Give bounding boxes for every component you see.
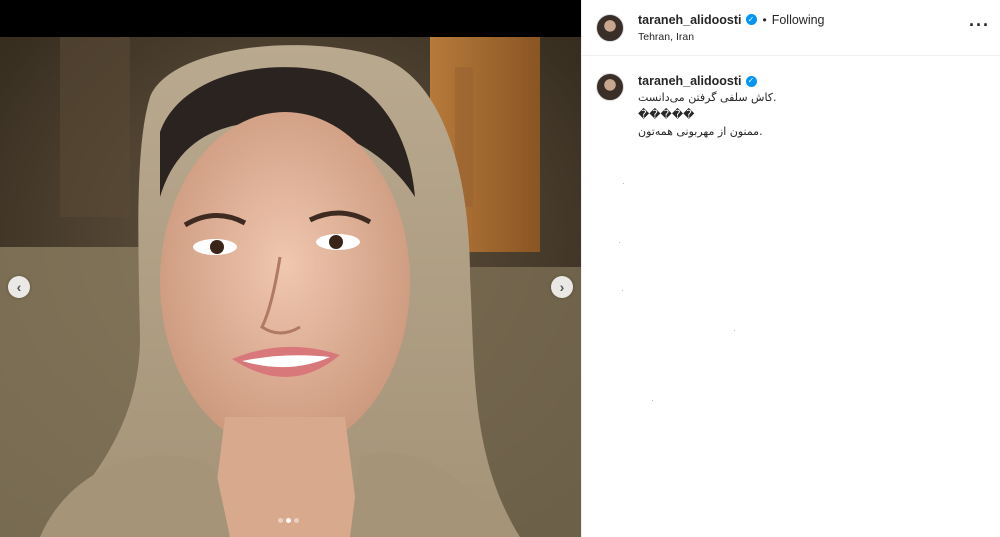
carousel-dot-active	[286, 518, 291, 523]
carousel-dot	[278, 518, 283, 523]
caption-author-avatar[interactable]	[596, 73, 624, 101]
post-caption: taraneh_alidoosti ✓ کاش سلفی گرفتن می‌دا…	[582, 56, 1000, 140]
more-options-icon[interactable]: ···	[969, 15, 990, 36]
carousel-next-button[interactable]: ›	[551, 276, 573, 298]
following-button[interactable]: Following	[772, 13, 825, 27]
author-row: taraneh_alidoosti ✓ • Following	[638, 13, 825, 27]
author-avatar[interactable]	[596, 13, 624, 42]
verified-badge-icon: ✓	[745, 75, 757, 87]
separator-dot: •	[762, 12, 767, 27]
caption-body: taraneh_alidoosti ✓ کاش سلفی گرفتن می‌دا…	[638, 73, 777, 140]
post-location[interactable]: Tehran, Iran	[638, 31, 825, 43]
caption-line: کاش سلفی گرفتن می‌دانست.	[638, 91, 777, 104]
post-info-panel: taraneh_alidoosti ✓ • Following Tehran, …	[581, 0, 1000, 537]
caption-line: �����	[638, 108, 695, 121]
caption-line: ممنون از مهربونی همه‌تون.	[638, 125, 763, 138]
post-media: ‹ ›	[0, 0, 581, 537]
caption-author-username[interactable]: taraneh_alidoosti	[638, 73, 742, 89]
author-meta: taraneh_alidoosti ✓ • Following Tehran, …	[638, 13, 825, 43]
carousel-prev-button[interactable]: ‹	[8, 276, 30, 298]
chevron-left-icon: ‹	[16, 279, 22, 295]
post-header: taraneh_alidoosti ✓ • Following Tehran, …	[582, 0, 1000, 56]
post-photo[interactable]	[0, 37, 581, 537]
verified-badge-icon: ✓	[745, 14, 757, 25]
author-username[interactable]: taraneh_alidoosti	[638, 13, 742, 27]
carousel-indicator	[278, 518, 299, 523]
carousel-dot	[294, 518, 299, 523]
instagram-post-view: ‹ › taraneh_alidoosti ✓ • Following Tehr…	[0, 0, 1000, 537]
chevron-right-icon: ›	[559, 279, 565, 295]
